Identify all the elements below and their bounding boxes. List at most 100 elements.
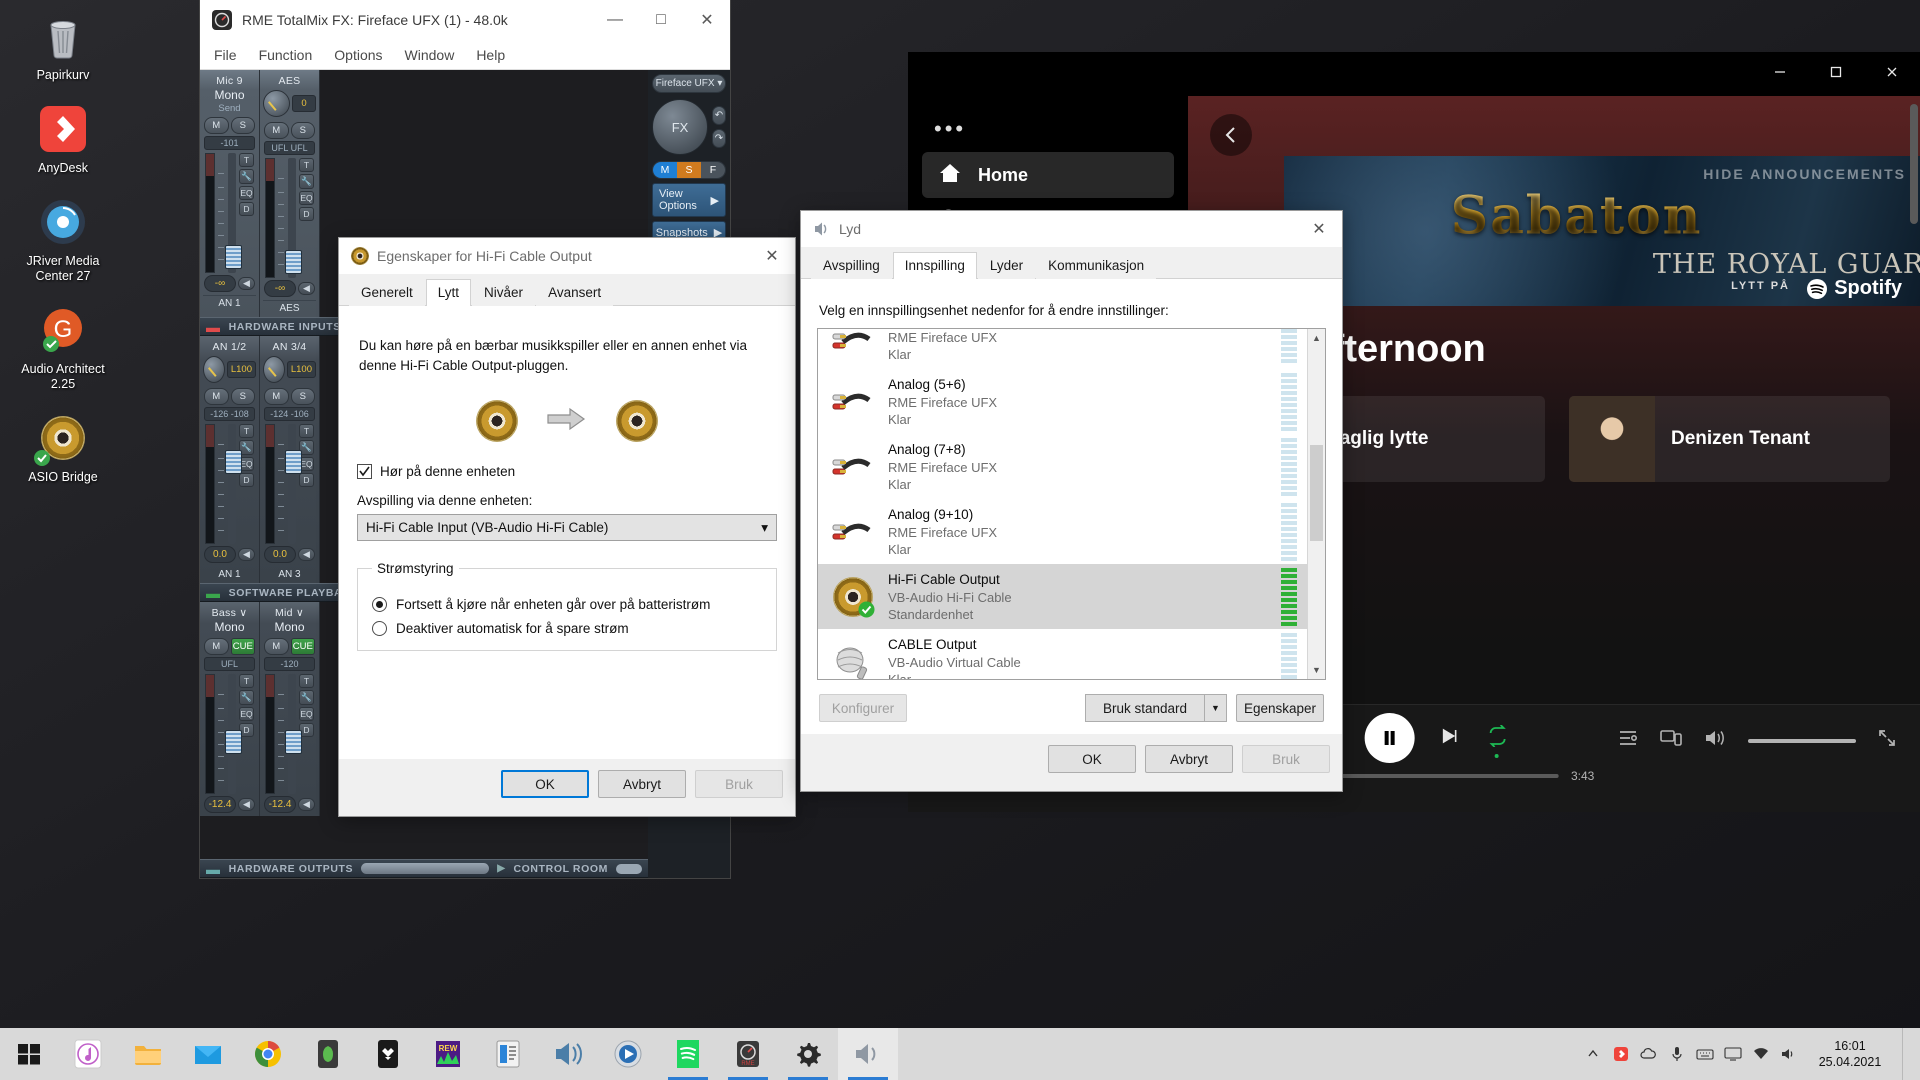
radio-button[interactable] (372, 621, 387, 636)
strip-knob-row[interactable]: L100 (203, 354, 256, 385)
list-item[interactable]: Analog (7+8) RME Fireface UFX Klar (818, 434, 1307, 499)
strip-fader-area[interactable]: T 🔧 EQ D (263, 674, 316, 794)
strip-mute-solo[interactable]: M S (204, 117, 255, 134)
fader-track[interactable] (288, 158, 296, 278)
totalmix-menubar[interactable]: File Function Options Window Help (200, 40, 730, 70)
tab-kommunikasjon[interactable]: Kommunikasjon (1036, 252, 1156, 279)
totalmix-maximize-button[interactable]: □ (638, 0, 684, 40)
pan-button[interactable]: ◀ (298, 798, 315, 811)
microphone-tray-icon[interactable] (1664, 1028, 1690, 1080)
eq-button[interactable]: EQ (239, 186, 254, 200)
power-option-disable[interactable]: Deaktiver automatisk for å spare strøm (372, 621, 762, 636)
volume-tray-icon[interactable] (1776, 1028, 1802, 1080)
channel-strip[interactable]: AES 0 M S UFL UFL (260, 70, 320, 317)
cloud-tray-icon[interactable] (1636, 1028, 1662, 1080)
mute-button[interactable]: M (264, 388, 289, 405)
strip-gain-row[interactable]: 0.0 ◀ (203, 544, 256, 566)
scroll-down-icon[interactable]: ▼ (1308, 661, 1325, 679)
global-mute-button[interactable]: M (653, 162, 677, 178)
strip-knob-row[interactable]: L100 (263, 354, 316, 385)
strip-knob-row[interactable]: 0 (263, 88, 316, 119)
power-option-keep-running[interactable]: Fortsett å kjøre når enheten går over på… (372, 597, 762, 612)
spotify-scrollbar[interactable] (1908, 96, 1920, 704)
chevron-down-icon[interactable]: ∨ (296, 607, 304, 619)
desktop-icon-asio-bridge[interactable]: ASIO Bridge (11, 410, 115, 485)
control-room-switch[interactable] (616, 864, 642, 874)
tab-lytt[interactable]: Lytt (426, 279, 471, 306)
chevron-down-icon[interactable]: ∨ (239, 607, 247, 619)
desktop-icon-audio-architect[interactable]: G Audio Architect 2.25 (11, 302, 115, 392)
taskbar-item-tidal[interactable] (358, 1028, 418, 1080)
configure-button[interactable]: Konfigurer (819, 694, 907, 722)
spotify-more-menu[interactable]: ••• (922, 106, 1174, 152)
sound-tabs[interactable]: Avspilling Innspilling Lyder Kommunikasj… (801, 247, 1342, 279)
spotify-window-controls[interactable] (1752, 52, 1920, 92)
fx-knob[interactable]: FX (652, 99, 708, 155)
spotify-scroll-thumb[interactable] (1910, 104, 1918, 224)
device-list-scrollbar[interactable]: ▲ ▼ (1307, 329, 1325, 679)
set-default-split-button[interactable]: Bruk standard ▼ (1085, 694, 1227, 722)
menu-function[interactable]: Function (259, 47, 313, 63)
gain-value[interactable]: -12.4 (264, 796, 296, 813)
listen-to-device-checkbox[interactable]: Hør på denne enheten (357, 464, 777, 479)
spotify-back-button[interactable] (1210, 114, 1252, 156)
spotify-maximize-button[interactable] (1808, 52, 1864, 92)
repeat-icon[interactable] (1487, 725, 1509, 752)
tab-lyder[interactable]: Lyder (978, 252, 1035, 279)
section-scrollbar[interactable] (361, 863, 489, 874)
system-tray[interactable]: 16:01 25.04.2021 (1580, 1028, 1920, 1080)
checkbox-box[interactable] (357, 464, 372, 479)
global-solo-button[interactable]: S (677, 162, 701, 178)
strip-name[interactable]: Mid ∨ (263, 605, 316, 620)
wrench-icon[interactable]: 🔧 (239, 169, 254, 184)
pan-value[interactable]: L100 (227, 361, 256, 378)
strip-mute-cue[interactable]: M CUE (264, 638, 315, 655)
fader-track[interactable] (228, 424, 236, 544)
totalmix-titlebar[interactable]: RME TotalMix FX: Fireface UFX (1) - 48.0… (200, 0, 730, 40)
strip-gain-row[interactable]: -12.4 ◀ (203, 794, 256, 816)
connect-device-icon[interactable] (1660, 729, 1682, 752)
trim-button[interactable]: T (239, 674, 254, 688)
properties-tabs[interactable]: Generelt Lytt Nivåer Avansert (339, 274, 795, 306)
list-item[interactable]: Analog (5+6) RME Fireface UFX Klar (818, 369, 1307, 434)
strip-gain-row[interactable]: 0.0 ◀ (263, 544, 316, 566)
pan-button[interactable]: ◀ (238, 277, 255, 290)
global-fader-button[interactable]: F (701, 162, 725, 178)
properties-dialog[interactable]: Egenskaper for Hi-Fi Cable Output ✕ Gene… (338, 237, 796, 817)
taskbar-clock[interactable]: 16:01 25.04.2021 (1804, 1038, 1900, 1070)
dynamics-button[interactable]: D (239, 202, 254, 216)
strip-name[interactable]: Bass ∨ (203, 605, 256, 620)
volume-slider[interactable] (1748, 739, 1856, 743)
fullscreen-icon[interactable] (1878, 729, 1896, 752)
control-room-toggle-icon[interactable]: ▶ (497, 863, 505, 874)
sound-apply-button[interactable]: Bruk (1242, 745, 1330, 773)
sound-ok-button[interactable]: OK (1048, 745, 1136, 773)
volume-icon[interactable] (1704, 729, 1726, 752)
fader-track[interactable] (288, 424, 296, 544)
taskbar-item-file-explorer[interactable] (118, 1028, 178, 1080)
list-item[interactable]: CABLE Output VB-Audio Virtual Cable Klar (818, 629, 1307, 680)
solo-button[interactable]: S (231, 388, 256, 405)
trim-button[interactable]: T (239, 153, 254, 167)
channel-strip[interactable]: Mid ∨ Mono M CUE -120 (260, 602, 320, 816)
properties-ok-button[interactable]: OK (501, 770, 589, 798)
section-bar-hardware-outputs[interactable]: ▬ HARDWARE OUTPUTS ▶ CONTROL ROOM (200, 859, 648, 878)
taskbar-item-media-player[interactable] (598, 1028, 658, 1080)
strip-fader-area[interactable]: T 🔧 EQ D (203, 424, 256, 544)
strip-gain-row[interactable]: -∞ ◀ (263, 278, 316, 300)
solo-button[interactable]: S (291, 122, 316, 139)
next-track-icon[interactable] (1441, 726, 1461, 751)
taskbar-item-rme-totalmix[interactable]: RME (718, 1028, 778, 1080)
trim-button[interactable]: T (239, 424, 254, 438)
spotify-announcement-banner[interactable]: HIDE ANNOUNCEMENTS Sabaton THE ROYAL GUA… (1284, 156, 1920, 306)
sound-titlebar[interactable]: Lyd ✕ (801, 211, 1342, 247)
sound-close-button[interactable]: ✕ (1296, 211, 1342, 247)
menu-options[interactable]: Options (334, 47, 382, 63)
strip-mute-solo[interactable]: M S (264, 388, 315, 405)
channel-strip[interactable]: Bass ∨ Mono M CUE UFL (200, 602, 260, 816)
wrench-icon[interactable]: 🔧 (299, 690, 314, 705)
mix-solo-fader-buttons[interactable]: M S F (652, 161, 726, 179)
strip-gain-row[interactable]: -12.4 ◀ (263, 794, 316, 816)
dynamics-button[interactable]: D (299, 207, 314, 221)
tab-avansert[interactable]: Avansert (536, 279, 613, 306)
